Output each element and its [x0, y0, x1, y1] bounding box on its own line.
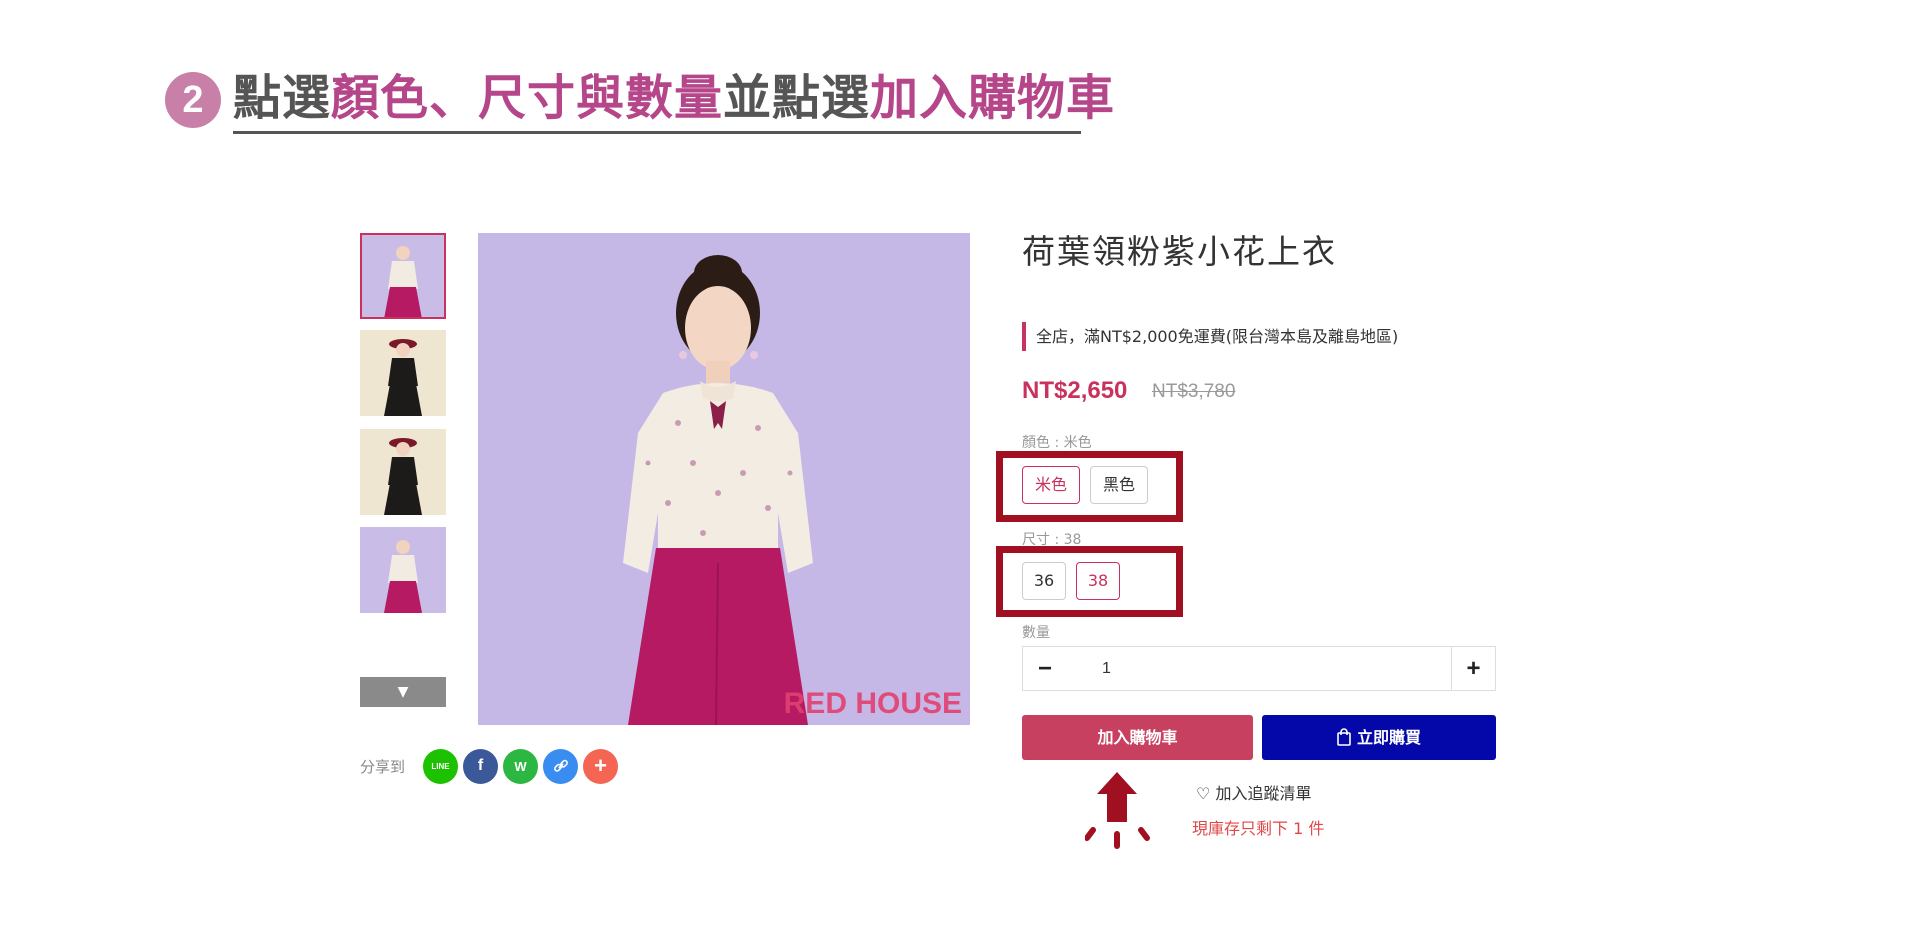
step-title-part: 並點選 [723, 70, 871, 126]
shopping-bag-icon [1337, 727, 1351, 746]
thumbnail-4[interactable] [360, 527, 446, 613]
product-title: 荷葉領粉紫小花上衣 [1022, 232, 1337, 271]
main-product-image[interactable]: RED HOUSE [478, 233, 970, 725]
step-number-badge: 2 [165, 72, 221, 128]
quantity-label: 數量 [1022, 625, 1050, 641]
quantity-input[interactable] [1067, 647, 1451, 690]
buy-now-label: 立即購買 [1356, 728, 1421, 747]
thumbnail-figure [384, 246, 422, 319]
share-bar: 分享到 LINE f W + [360, 746, 623, 786]
plus-icon: + [594, 753, 607, 778]
thumbnail-figure [384, 540, 422, 613]
caret-down-icon: ▼ [397, 684, 409, 700]
thumbnail-scroll-down-button[interactable]: ▼ [360, 677, 446, 707]
stock-note: 現庫存只剩下 1 件 [1192, 819, 1325, 838]
step-title-part: 加入購物車 [870, 70, 1116, 126]
brand-watermark: RED HOUSE [783, 687, 962, 720]
more-share-button[interactable]: + [583, 748, 619, 784]
thumbnail-1[interactable] [360, 233, 446, 319]
whatsapp-share-button[interactable]: W [503, 748, 539, 784]
buy-now-button[interactable]: 立即購買 [1262, 715, 1496, 760]
sale-price: NT$2,650 [1022, 377, 1128, 404]
line-icon: LINE [431, 761, 450, 771]
step-title-part: 顏色、尺寸與數量 [331, 70, 724, 126]
link-share-button[interactable] [543, 748, 579, 784]
share-label: 分享到 [360, 757, 406, 776]
add-to-cart-button[interactable]: 加入購物車 [1022, 715, 1253, 760]
quantity-decrease-button[interactable]: − [1023, 647, 1067, 690]
original-price: NT$3,780 [1152, 381, 1236, 402]
model-photo [478, 233, 970, 725]
color-label: 顏色 : 米色 [1022, 435, 1092, 451]
minus-icon: − [1037, 655, 1052, 682]
thumbnail-figure [384, 339, 422, 416]
step-title: 點選顏色、尺寸與數量並點選加入購物車 [233, 67, 1115, 129]
thumbnail-figure [384, 438, 422, 515]
wishlist-label: 加入追蹤清單 [1215, 784, 1312, 803]
quantity-increase-button[interactable]: + [1451, 647, 1495, 690]
promo-banner: 全店，滿NT$2,000免運費(限台灣本島及離島地區) [1022, 322, 1398, 351]
color-highlight-box [996, 451, 1183, 522]
line-share-button[interactable]: LINE [423, 748, 459, 784]
thumbnail-2[interactable] [360, 330, 446, 416]
wishlist-link[interactable]: ♡ 加入追蹤清單 [1196, 783, 1311, 805]
step-title-underline [233, 131, 1081, 134]
facebook-icon: f [477, 757, 484, 774]
facebook-share-button[interactable]: f [463, 748, 499, 784]
up-arrow-icon [1085, 772, 1150, 849]
thumbnail-3[interactable] [360, 429, 446, 515]
step-title-part: 點選 [233, 70, 332, 126]
heart-outline-icon: ♡ [1196, 784, 1211, 803]
quantity-stepper: − + [1022, 646, 1496, 691]
link-icon [553, 759, 568, 772]
whatsapp-icon: W [514, 758, 527, 774]
plus-icon: + [1466, 655, 1481, 682]
size-highlight-box [996, 546, 1183, 617]
